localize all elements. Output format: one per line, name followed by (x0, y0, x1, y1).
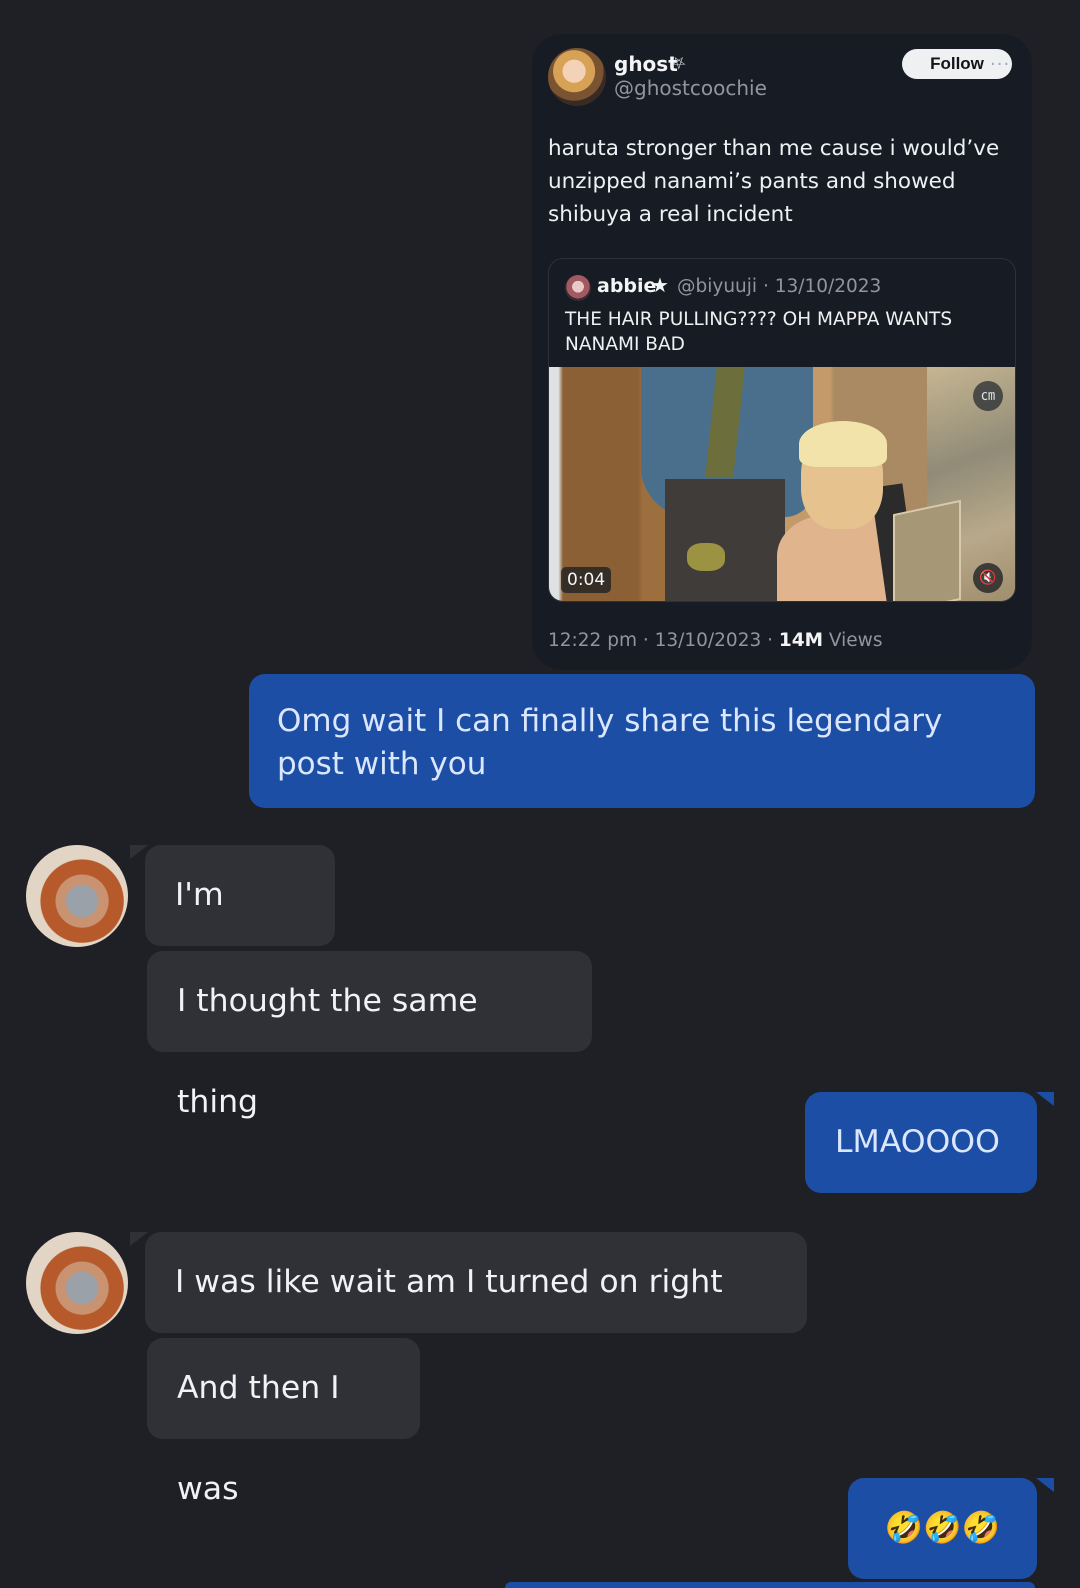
message-text: LMAOOOO (835, 1124, 1000, 1160)
author-name[interactable]: ghost (614, 52, 678, 76)
message-bubble-outgoing[interactable]: LMAOOOO (805, 1092, 1037, 1193)
author-avatar[interactable] (548, 48, 606, 106)
quoted-text: THE HAIR PULLING???? OH MAPPA WANTS NANA… (565, 309, 953, 355)
message-bubble-outgoing[interactable]: Omg wait I can finally share this legend… (249, 674, 1035, 808)
scene-figure-hand (687, 543, 725, 571)
message-text: And then I was (177, 1370, 340, 1507)
message-bubble-incoming[interactable]: I was like wait am I turned on right now (145, 1232, 807, 1401)
quoted-author-name: abbie (597, 275, 657, 297)
contact-avatar[interactable] (26, 845, 128, 947)
message-bubble-outgoing[interactable]: 🤣🤣🤣 (848, 1478, 1037, 1579)
post-timestamp: 12:22 pm · 13/10/2023 · (548, 630, 779, 651)
views-count: 14M (778, 630, 824, 651)
author-badge-icon: ⛧ (672, 54, 686, 74)
scene-glass-pane (893, 499, 961, 601)
message-bubble-outgoing-partial[interactable] (505, 1582, 1035, 1588)
bubble-tail (1036, 1092, 1054, 1106)
message-text: 🤣🤣🤣 (884, 1510, 1001, 1546)
shared-post-card[interactable]: ghost ⛧ @ghostcoochie Follow ··· haruta … (532, 34, 1032, 670)
message-text: I thought the same thing (177, 983, 478, 1120)
star-icon: ★ (651, 273, 669, 297)
video-duration: 0:04 (561, 567, 612, 593)
mute-icon[interactable]: 🔇 (973, 563, 1003, 593)
message-text: Omg wait I can finally share this legend… (277, 703, 943, 782)
scene-figure-pants (665, 479, 785, 601)
captions-icon[interactable]: ㎝ (973, 381, 1003, 411)
message-bubble-incoming[interactable]: I'm dead (145, 845, 335, 1014)
more-options-icon[interactable]: ··· (990, 54, 1010, 75)
quoted-post[interactable]: abbie ★ @biyuuji · 13/10/2023 THE HAIR P… (548, 258, 1016, 602)
contact-avatar[interactable] (26, 1232, 128, 1334)
quoted-author-avatar (565, 275, 591, 301)
bubble-tail (1036, 1478, 1054, 1492)
scene-character-hair (799, 421, 887, 467)
message-bubble-incoming[interactable]: And then I was (147, 1338, 420, 1507)
video-thumbnail[interactable]: ㎝ 0:04 🔇 (549, 367, 1015, 601)
post-text: haruta stronger than me cause i would’ve… (548, 136, 1000, 227)
quoted-meta: @biyuuji · 13/10/2023 (677, 276, 882, 297)
author-handle[interactable]: @ghostcoochie (614, 76, 767, 100)
message-bubble-incoming[interactable]: I thought the same thing (147, 951, 592, 1120)
post-footer: 12:22 pm · 13/10/2023 · 14M Views (548, 630, 882, 651)
views-label: Views (823, 630, 883, 651)
